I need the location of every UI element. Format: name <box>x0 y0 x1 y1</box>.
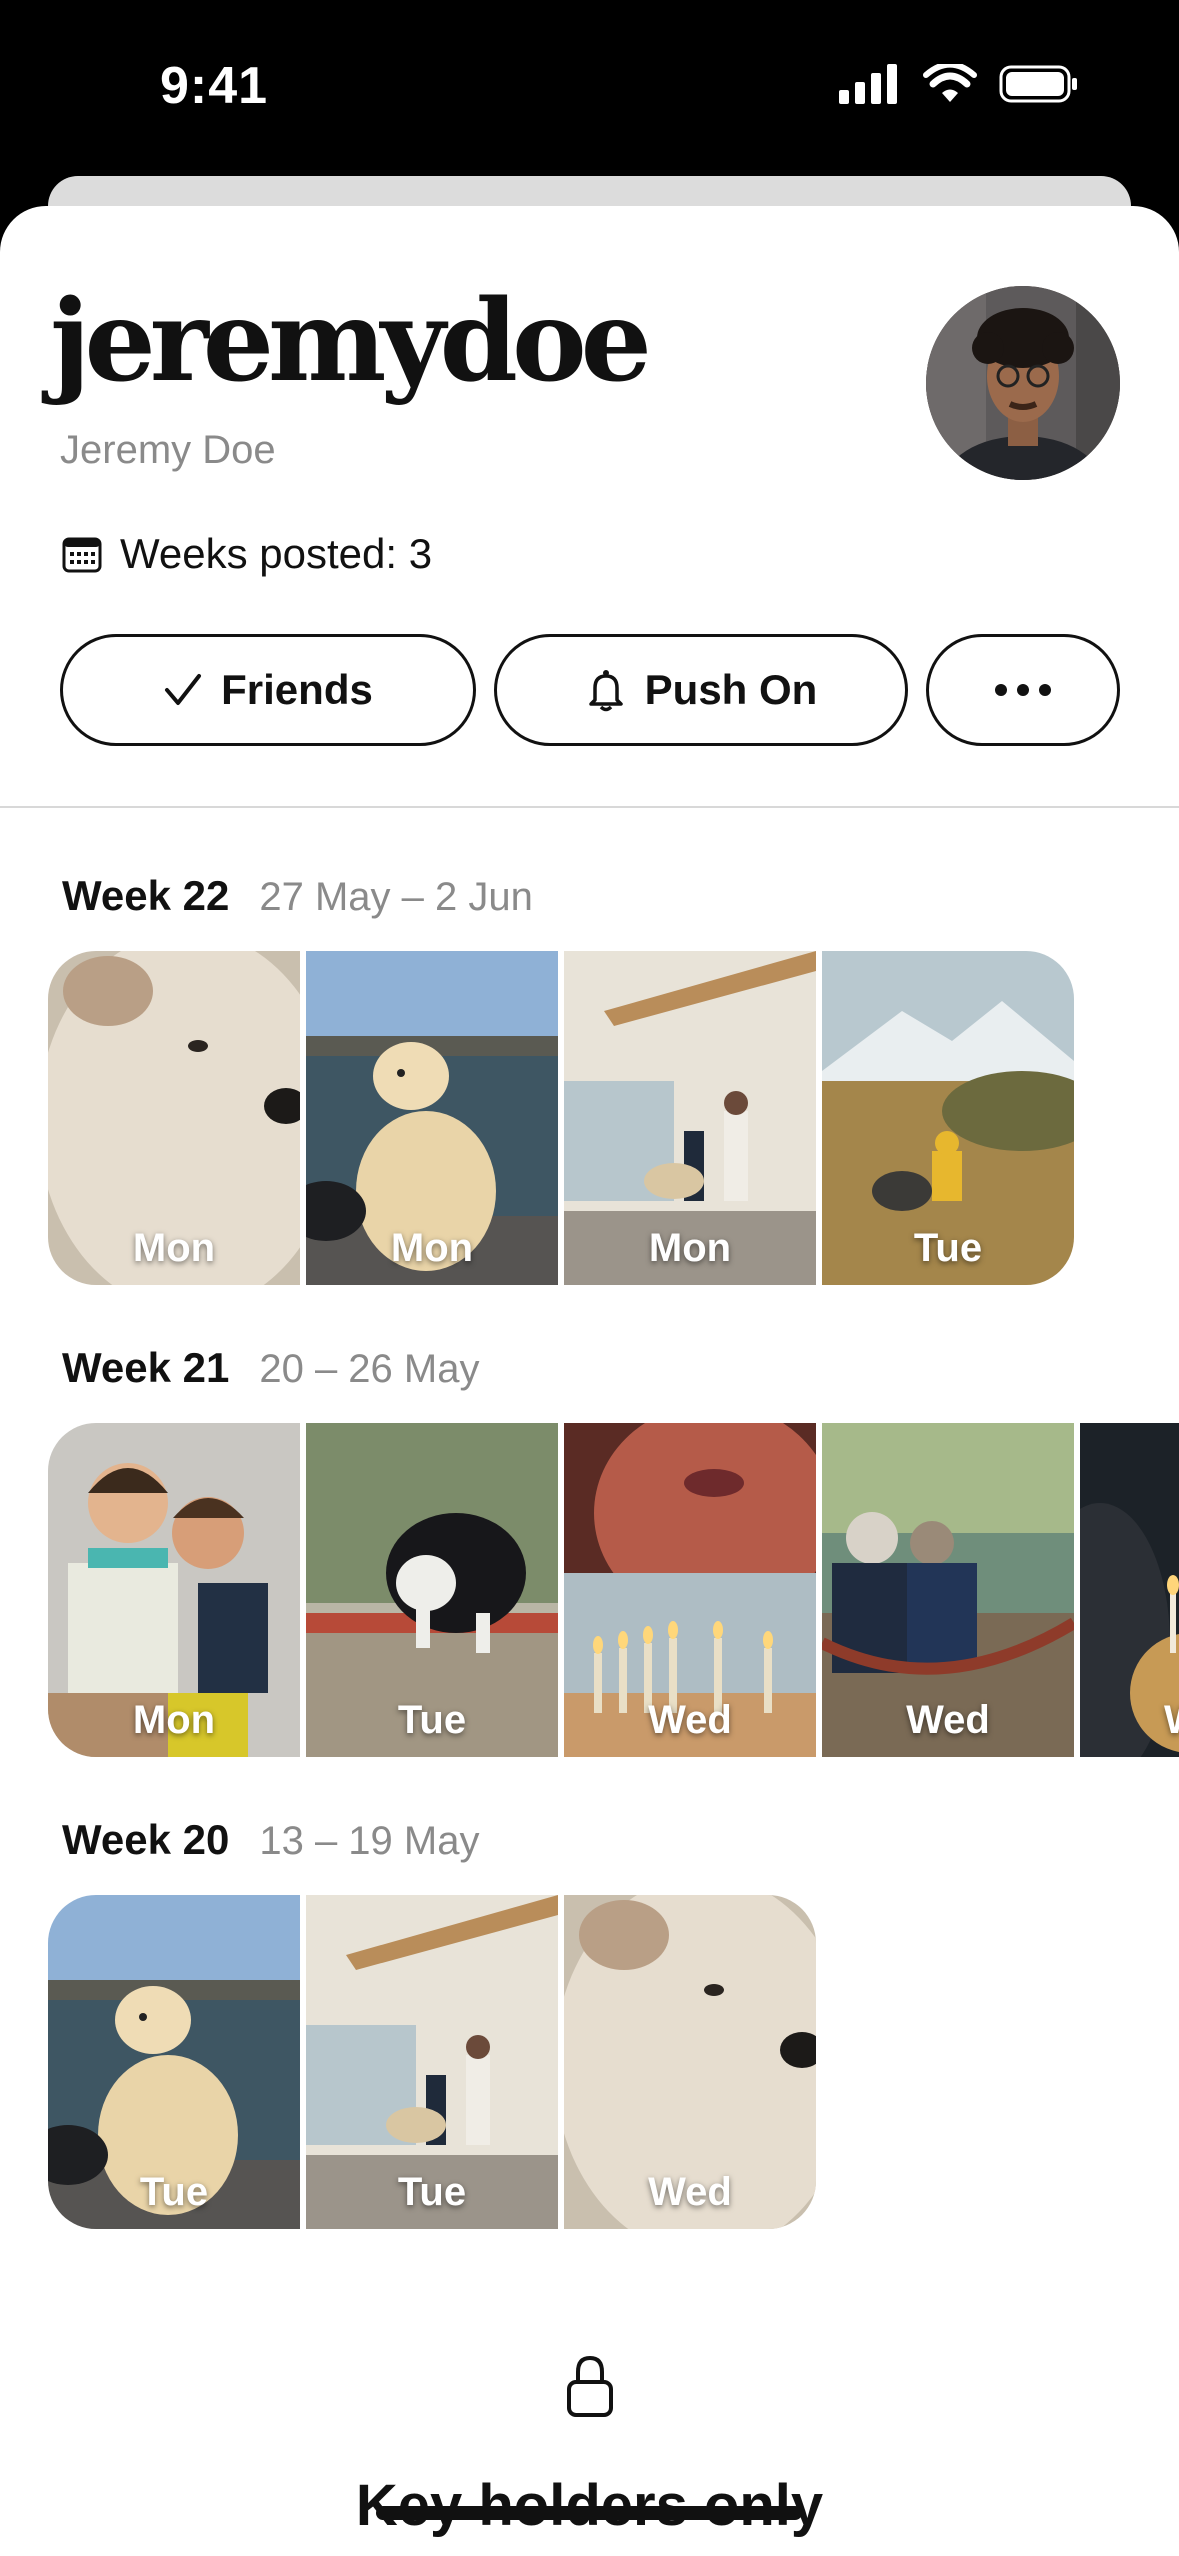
friends-button[interactable]: Friends <box>60 634 476 746</box>
username: jeremydoe <box>50 276 652 407</box>
avatar[interactable] <box>926 286 1120 480</box>
push-button-label: Push On <box>644 666 818 713</box>
calendar-icon <box>62 537 102 573</box>
avatar-portrait <box>926 286 1120 480</box>
week-header: Week 22 27 May – 2 Jun <box>62 872 533 920</box>
week-photo-strip: Tue Tue Wed <box>48 1895 816 2229</box>
cellular-signal-icon <box>839 64 897 104</box>
status-time: 9:41 <box>160 57 269 115</box>
week-title: Week 22 <box>62 872 230 919</box>
photo-day-label: Tue <box>397 1698 467 1742</box>
weeks-posted: Weeks posted: 3 <box>62 530 432 578</box>
profile-sheet: jeremydoe Jeremy Doe Weeks posted: 3 Fri… <box>0 206 1179 2556</box>
week-photo-strip: Mon Mon Mon Tue <box>48 951 1074 1285</box>
weeks-posted-text: Weeks posted: 3 <box>120 530 433 577</box>
section-divider <box>0 806 1179 808</box>
week-header: Week 21 20 – 26 May <box>62 1344 479 1392</box>
battery-icon <box>999 65 1077 103</box>
photo-day-label: Mon <box>390 1226 474 1270</box>
photo-day-label: Tue <box>139 2170 209 2214</box>
photo-day-label: Tue <box>913 1226 983 1270</box>
photo-tile[interactable]: Wed <box>822 1423 1074 1757</box>
lock-icon <box>567 2355 613 2417</box>
bell-icon <box>588 670 623 712</box>
friends-button-label: Friends <box>221 666 373 713</box>
photo-tile[interactable]: Wed <box>564 1895 816 2229</box>
more-options-button[interactable] <box>926 634 1120 746</box>
photo-tile[interactable]: Tue <box>306 1895 558 2229</box>
week-photo-strip: Mon Tue Wed Wed <box>48 1423 1179 1757</box>
photo-day-label: Mon <box>648 1226 732 1270</box>
photo-day-label: Mon <box>132 1698 216 1742</box>
photo-day-label: Tue <box>397 2170 467 2214</box>
week-header: Week 20 13 – 19 May <box>62 1816 479 1864</box>
more-icon <box>995 684 1051 696</box>
full-name: Jeremy Doe <box>60 428 276 472</box>
week-title: Week 21 <box>62 1344 230 1391</box>
status-icons <box>839 64 1079 104</box>
photo-tile[interactable]: Mon <box>48 1423 300 1757</box>
photo-tile[interactable]: Wed <box>564 1423 816 1757</box>
checkmark-icon <box>165 674 202 705</box>
photo-day-label: W <box>1080 1698 1179 1743</box>
photo-day-label: Mon <box>132 1226 216 1270</box>
status-bar: 9:41 <box>0 0 1179 175</box>
photo-day-label: Wed <box>906 1698 990 1742</box>
photo-tile[interactable]: W <box>1080 1423 1179 1757</box>
photo-tile[interactable]: Tue <box>48 1895 300 2229</box>
photo-tile[interactable]: Mon <box>564 951 816 1285</box>
photo-tile[interactable]: Mon <box>306 951 558 1285</box>
photo-tile[interactable]: Tue <box>822 951 1074 1285</box>
wifi-icon <box>923 64 977 102</box>
week-date-range: 27 May – 2 Jun <box>259 875 533 919</box>
photo-tile[interactable]: Mon <box>48 951 300 1285</box>
week-date-range: 20 – 26 May <box>259 1347 480 1391</box>
photo-day-label: Wed <box>648 1698 732 1742</box>
photo-tile[interactable]: Tue <box>306 1423 558 1757</box>
photo-day-label: Wed <box>648 2170 732 2214</box>
week-title: Week 20 <box>62 1816 230 1863</box>
home-indicator[interactable] <box>376 2506 802 2520</box>
week-date-range: 13 – 19 May <box>259 1819 480 1863</box>
push-notifications-button[interactable]: Push On <box>494 634 908 746</box>
